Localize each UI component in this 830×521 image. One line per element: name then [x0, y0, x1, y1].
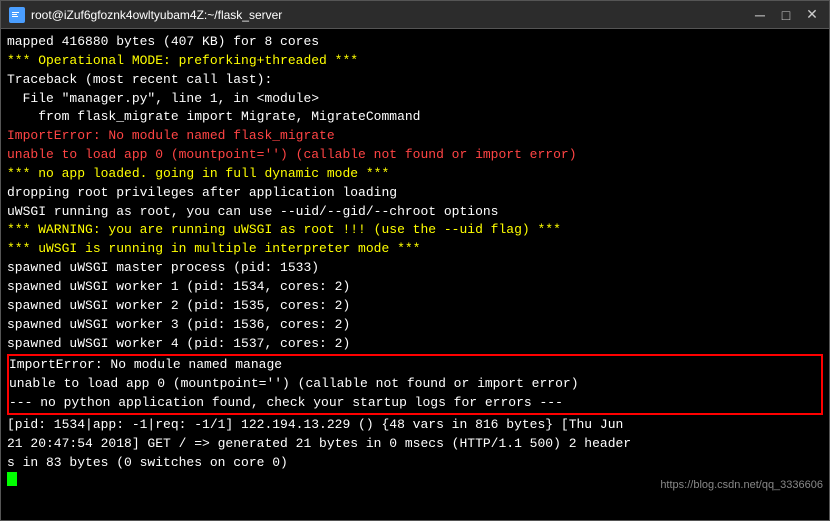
title-bar: root@iZuf6gfoznk4owltyubam4Z:~/flask_ser…: [1, 1, 829, 29]
terminal-body: mapped 416880 bytes (407 KB) for 8 cores…: [1, 29, 829, 520]
terminal-cursor: [7, 472, 17, 486]
maximize-button[interactable]: □: [777, 6, 795, 24]
watermark: https://blog.csdn.net/qq_3336606: [660, 478, 823, 494]
terminal-window: root@iZuf6gfoznk4owltyubam4Z:~/flask_ser…: [0, 0, 830, 521]
title-bar-left: root@iZuf6gfoznk4owltyubam4Z:~/flask_ser…: [9, 7, 282, 23]
window-title: root@iZuf6gfoznk4owltyubam4Z:~/flask_ser…: [31, 8, 282, 22]
close-button[interactable]: ✕: [803, 6, 821, 24]
terminal-icon: [9, 7, 25, 23]
terminal-output: mapped 416880 bytes (407 KB) for 8 cores…: [7, 33, 823, 353]
terminal-after-lines: [pid: 1534|app: -1|req: -1/1] 122.194.13…: [7, 416, 823, 473]
highlighted-error-block: ImportError: No module named manageunabl…: [7, 354, 823, 415]
window-controls: ─ □ ✕: [751, 6, 821, 24]
minimize-button[interactable]: ─: [751, 6, 769, 24]
